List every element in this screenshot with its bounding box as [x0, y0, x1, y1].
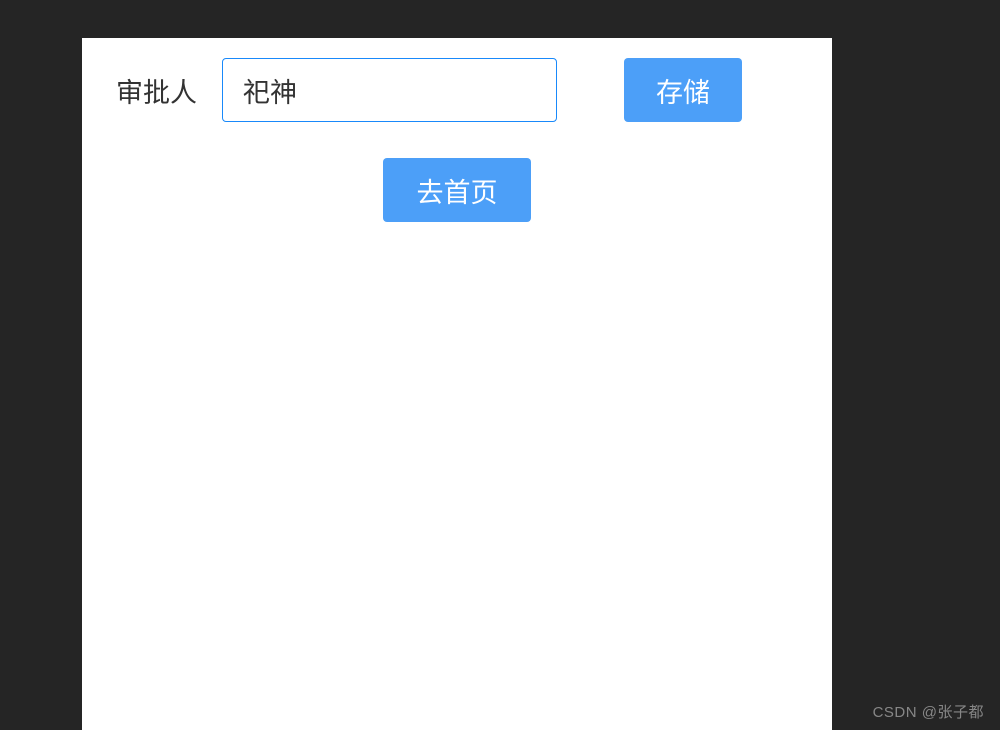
go-home-button[interactable]: 去首页 [383, 158, 531, 222]
approver-label: 审批人 [116, 71, 197, 110]
main-panel: 审批人 存储 去首页 [82, 38, 832, 730]
save-button[interactable]: 存储 [624, 58, 742, 122]
home-button-row: 去首页 [82, 158, 832, 222]
approver-input[interactable] [222, 58, 557, 122]
watermark-text: CSDN @张子都 [873, 701, 984, 722]
form-row-approver: 审批人 存储 [82, 38, 832, 122]
